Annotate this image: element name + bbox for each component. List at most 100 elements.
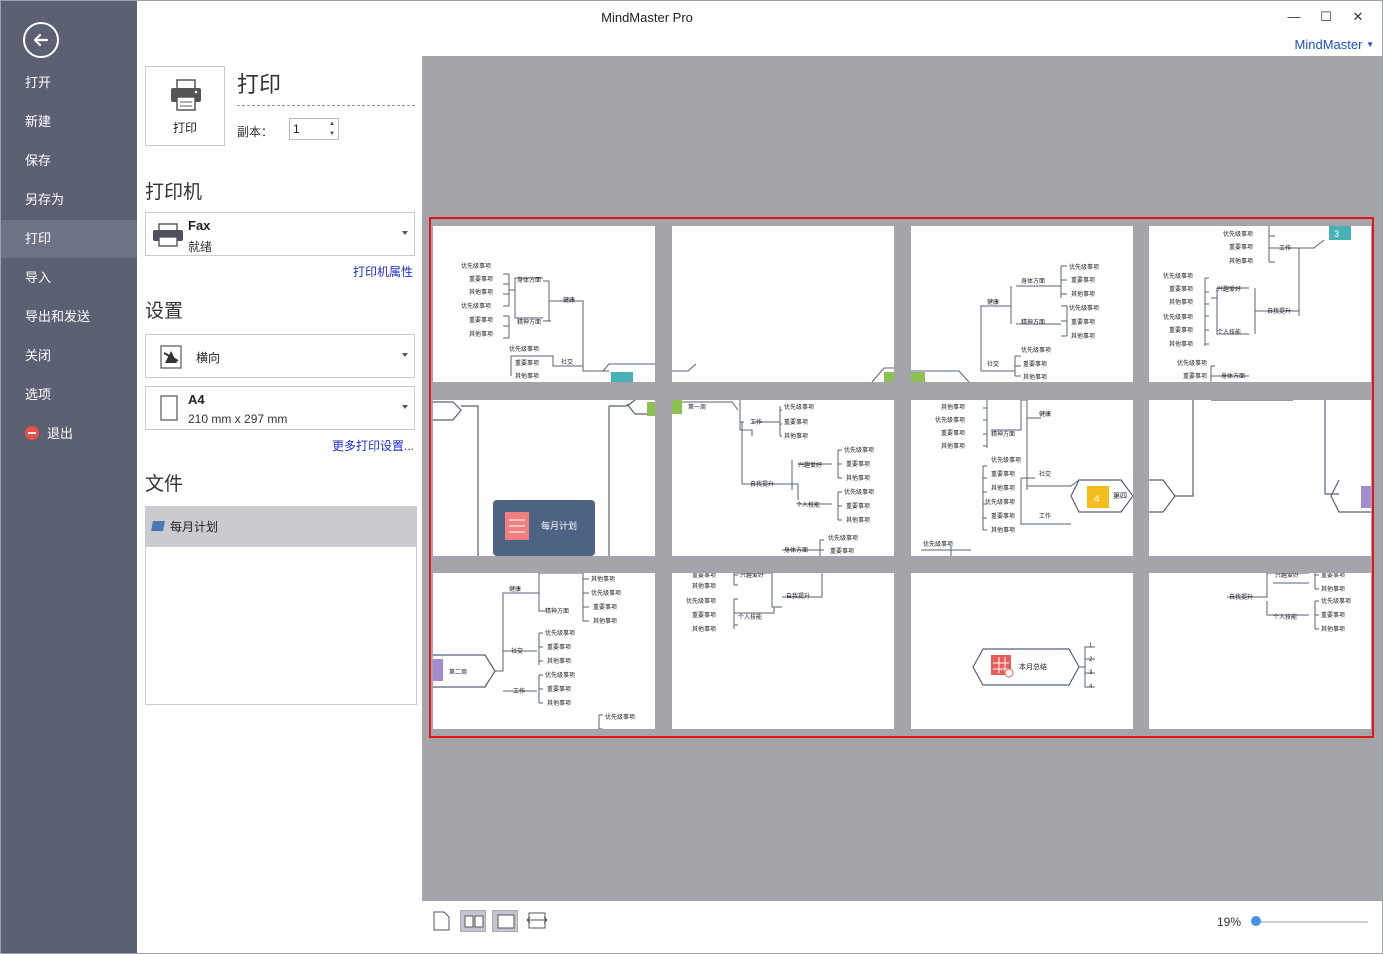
svg-text:工作: 工作 [1279,244,1291,252]
svg-text:优先级事项: 优先级事项 [784,403,814,411]
svg-text:其他事项: 其他事项 [1229,257,1253,265]
svg-text:身体方面: 身体方面 [784,546,808,554]
svg-text:优先级事项: 优先级事项 [1163,272,1193,280]
fit-page-view-button[interactable] [492,910,518,932]
printer-select[interactable]: Fax 就绪 [145,212,415,256]
svg-text:优先级事项: 优先级事项 [1321,597,1351,605]
printer-icon [171,79,201,111]
svg-text:重要事项: 重要事项 [593,603,617,611]
svg-text:其他事项: 其他事项 [547,657,571,665]
landscape-orientation-icon [160,345,182,369]
svg-text:重要事项: 重要事项 [941,429,965,437]
file-name: 每月计划 [170,520,219,534]
brand-menu[interactable]: MindMaster ▼ [1295,37,1374,52]
svg-text:第一周: 第一周 [688,403,706,411]
single-page-view-button[interactable] [428,910,454,932]
printer-name: Fax [188,218,211,233]
minimize-button[interactable]: — [1283,7,1305,27]
more-print-settings-link[interactable]: 更多打印设置... [332,437,414,454]
sidebar-item-save-as[interactable]: 另存为 [1,181,137,219]
svg-text:重要事项: 重要事项 [469,275,493,283]
svg-text:重要事项: 重要事项 [1321,611,1345,619]
preview-page: 第一周 优先级事项 重要事项 其他事项 工作 自我提升 兴趣爱好 个人技能 优先级事项… [672,400,894,556]
svg-text:工作: 工作 [513,687,525,695]
svg-text:其他事项: 其他事项 [591,575,615,583]
svg-text:优先级事项: 优先级事项 [461,262,491,270]
file-list: 每月计划 [145,506,417,705]
svg-text:重要事项: 重要事项 [1023,360,1047,368]
svg-text:其他事项: 其他事项 [846,474,870,482]
svg-text:优先级事项: 优先级事项 [1069,263,1099,271]
svg-text:其他事项: 其他事项 [469,288,493,296]
svg-text:社交: 社交 [511,647,523,655]
zoom-slider[interactable] [1252,921,1368,923]
svg-text:优先级事项: 优先级事项 [1163,313,1193,321]
svg-text:其他事项: 其他事项 [1169,340,1193,348]
copies-spin-buttons[interactable]: ▲ ▼ [326,119,338,139]
svg-text:本月总结: 本月总结 [1019,662,1047,671]
sidebar-item-open[interactable]: 打开 [1,64,137,102]
arrow-left-icon [33,33,49,47]
svg-text:精神方面: 精神方面 [545,607,569,615]
preview-page: 优先级事项 重要事项 其他事项 工作 优先级事项 重要事项 其他事项 优先级事项 重要事… [1149,226,1371,382]
preview-page [672,226,894,382]
chevron-down-icon: ▼ [1366,40,1374,49]
sidebar-item-export-send[interactable]: 导出和发送 [1,298,137,336]
preview-page: 兴趣爱好 自我提升 重要事项 其他事项 个人技能 优先级事项 重要事项 其他事项 [1149,573,1371,729]
svg-text:其他事项: 其他事项 [692,625,716,633]
svg-text:重要事项: 重要事项 [846,460,870,468]
sidebar-item-close[interactable]: 关闭 [1,337,137,375]
sidebar-item-import[interactable]: 导入 [1,259,137,297]
svg-text:个人技能: 个人技能 [1273,613,1297,621]
back-button[interactable] [23,22,59,58]
close-button[interactable]: ✕ [1347,7,1369,27]
fit-width-view-button[interactable] [524,910,550,932]
svg-text:个人技能: 个人技能 [738,613,762,621]
chevron-down-icon [402,353,408,357]
mindmap-fragment: 优先级事项重要事项 其他事项优先级事项 重要事项其他事项 身体方面精神方面 健康… [461,262,655,382]
copies-stepper[interactable]: 1 ▲ ▼ [289,118,339,140]
svg-text:自我提升: 自我提升 [750,480,774,488]
svg-text:优先级事项: 优先级事项 [923,540,953,548]
title-bar: MindMaster Pro — ☐ ✕ MindMaster ▼ [137,1,1382,52]
svg-text:重要事项: 重要事项 [692,573,716,579]
file-icon [151,521,165,531]
svg-text:优先级事项: 优先级事项 [1069,304,1099,312]
sidebar-item-exit-label: 退出 [47,426,74,441]
mindmap-fragment: 每月计划 [433,400,655,556]
fit-page-icon [497,914,515,929]
svg-text:重要事项: 重要事项 [547,643,571,651]
file-list-item[interactable]: 每月计划 [146,507,416,547]
svg-text:重要事项: 重要事项 [1169,326,1193,334]
svg-text:重要事项: 重要事项 [991,512,1015,520]
svg-text:优先级事项: 优先级事项 [935,416,965,424]
multi-page-view-button[interactable] [460,910,486,932]
sidebar-item-new[interactable]: 新建 [1,103,137,141]
print-button[interactable]: 打印 [145,66,225,146]
svg-text:其他事项: 其他事项 [1071,332,1095,340]
exit-icon [25,426,39,440]
svg-text:优先级事项: 优先级事项 [844,446,874,454]
svg-text:优先级事项: 优先级事项 [1021,346,1051,354]
orientation-select[interactable]: 横向 [145,334,415,378]
svg-text:重要事项: 重要事项 [515,359,539,367]
svg-text:健康: 健康 [987,298,999,306]
printer-section-title: 打印机 [145,182,203,203]
sidebar-item-save[interactable]: 保存 [1,142,137,180]
svg-text:优先级事项: 优先级事项 [545,671,575,679]
preview-page: 优先级事项 重要事项 其他事项 优先级事项 重要事项 其他事项 身体方面 精神方面 健康… [433,226,655,382]
zoom-slider-handle[interactable] [1251,916,1261,926]
sidebar-item-options[interactable]: 选项 [1,376,137,414]
printer-properties-link[interactable]: 打印机属性 [353,263,413,280]
printer-status: 就绪 [188,240,213,254]
sidebar-item-print[interactable]: 打印 [1,220,137,258]
print-preview-area[interactable]: 优先级事项 重要事项 其他事项 优先级事项 重要事项 其他事项 身体方面 精神方面 健康… [422,56,1382,901]
preview-page [1149,400,1371,556]
paper-size-select[interactable]: A4 210 mm x 297 mm [145,386,415,430]
files-section-title: 文件 [145,474,184,495]
svg-text:兴趣爱好: 兴趣爱好 [740,573,764,579]
maximize-button[interactable]: ☐ [1315,7,1337,27]
sidebar-item-exit[interactable]: 退出 [1,415,137,453]
svg-text:身体方面: 身体方面 [517,276,541,284]
svg-text:4: 4 [1094,494,1100,505]
